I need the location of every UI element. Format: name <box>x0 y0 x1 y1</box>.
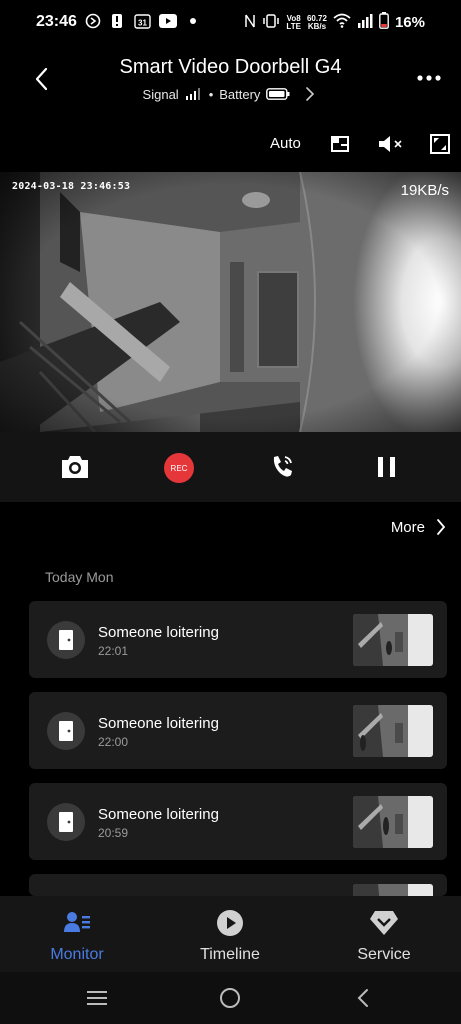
page-title: Smart Video Doorbell G4 <box>119 56 342 78</box>
nfc-icon <box>244 13 256 33</box>
cell-signal-icon <box>357 13 373 32</box>
fullscreen-icon <box>430 134 450 154</box>
mute-button[interactable] <box>376 132 404 156</box>
signal-label: Signal <box>142 86 179 102</box>
status-bar: 23:46 31 Vo8 LTE 60.72 KB/s 16% <box>0 0 461 44</box>
quality-selector[interactable]: Auto <box>270 135 301 152</box>
tab-service[interactable]: Service <box>329 906 439 964</box>
list-item[interactable]: Someone loitering 20:59 <box>29 783 447 860</box>
app-header: Smart Video Doorbell G4 Signal • Battery <box>0 44 461 114</box>
dot-icon <box>185 13 201 29</box>
video-bitrate: 19KB/s <box>400 182 449 199</box>
vibrate-icon <box>262 13 280 33</box>
door-icon <box>47 803 85 841</box>
tab-monitor[interactable]: Monitor <box>22 906 132 964</box>
video-timestamp: 2024-03-18 23:46:53 <box>12 181 131 192</box>
door-icon <box>47 621 85 659</box>
chevron-right-icon <box>306 87 315 101</box>
battery-percent: 16% <box>394 14 425 31</box>
event-thumbnail[interactable] <box>353 614 433 666</box>
camera-icon <box>62 456 88 478</box>
event-list: Someone loitering 22:01 Someone loiterin… <box>29 601 447 910</box>
pause-button[interactable] <box>371 452 403 482</box>
battery-icon <box>379 12 389 33</box>
tab-timeline-label: Timeline <box>200 946 260 963</box>
wifi-icon <box>333 13 351 32</box>
system-indicators: Vo8 LTE 60.72 KB/s 16% <box>244 12 425 33</box>
record-button[interactable]: REC <box>164 453 194 483</box>
calendar-day: 31 <box>138 19 147 28</box>
more-options-button[interactable] <box>415 66 443 90</box>
device-status-row[interactable]: Signal • Battery <box>0 86 461 102</box>
more-dots-icon <box>417 75 441 81</box>
youtube-icon <box>159 13 177 29</box>
system-navigation-bar <box>0 972 461 1024</box>
battery-label: Battery <box>219 86 261 102</box>
volte-indicator: Vo8 LTE <box>286 14 301 31</box>
camera-feed-image <box>0 172 461 432</box>
snapshot-button[interactable] <box>59 452 91 482</box>
record-label: REC <box>170 463 188 473</box>
clock: 23:46 <box>36 13 77 30</box>
chevron-right-icon <box>437 519 446 535</box>
tab-monitor-label: Monitor <box>50 946 104 963</box>
more-label: More <box>390 518 425 536</box>
door-icon <box>47 712 85 750</box>
menu-lines-icon <box>87 991 107 1005</box>
talk-button[interactable] <box>267 452 299 482</box>
monitor-icon <box>22 906 132 940</box>
speaker-muted-icon <box>379 136 402 152</box>
section-date-label: Today Mon <box>45 569 114 585</box>
home-circle-icon <box>220 988 240 1008</box>
event-title: Someone loitering <box>98 624 219 641</box>
alert-icon <box>109 13 125 29</box>
playback-controls: REC <box>0 432 461 502</box>
bottom-navigation: Monitor Timeline Service <box>0 896 461 972</box>
sync-icon <box>85 13 101 29</box>
pause-icon <box>378 457 395 477</box>
picture-in-picture-icon <box>331 136 349 152</box>
diamond-icon <box>329 906 439 940</box>
event-thumbnail[interactable] <box>353 884 433 896</box>
list-item[interactable] <box>29 874 447 896</box>
play-circle-icon <box>175 906 285 940</box>
event-time: 20:59 <box>98 826 129 840</box>
live-video-view[interactable]: 2024-03-18 23:46:53 19KB/s <box>0 172 461 432</box>
event-thumbnail[interactable] <box>353 705 433 757</box>
list-item[interactable]: Someone loitering 22:00 <box>29 692 447 769</box>
event-thumbnail[interactable] <box>353 796 433 848</box>
layout-button[interactable] <box>328 132 352 156</box>
tab-service-label: Service <box>357 946 411 963</box>
net-speed-unit: KB/s <box>307 21 327 31</box>
event-title: Someone loitering <box>98 806 219 823</box>
home-button[interactable] <box>218 986 242 1010</box>
phone-call-icon <box>273 456 292 477</box>
fullscreen-button[interactable] <box>428 132 452 156</box>
event-time: 22:00 <box>98 735 129 749</box>
status-separator: • <box>208 86 214 102</box>
event-time: 22:01 <box>98 644 129 658</box>
net-speed: 60.72 KB/s <box>307 14 327 31</box>
signal-strength-icon <box>185 88 200 100</box>
recents-button[interactable] <box>85 986 109 1010</box>
video-toolbar: Auto <box>0 124 461 164</box>
event-title: Someone loitering <box>98 715 219 732</box>
tab-timeline[interactable]: Timeline <box>175 906 285 964</box>
list-item[interactable]: Someone loitering 22:01 <box>29 601 447 678</box>
back-chevron-icon <box>357 989 368 1007</box>
notification-icons: 31 <box>85 13 201 29</box>
calendar-icon: 31 <box>133 13 151 29</box>
system-back-button[interactable] <box>352 986 376 1010</box>
device-battery-icon <box>266 88 290 100</box>
lte-label: LTE <box>286 21 301 31</box>
more-events-link[interactable]: More <box>391 518 447 536</box>
